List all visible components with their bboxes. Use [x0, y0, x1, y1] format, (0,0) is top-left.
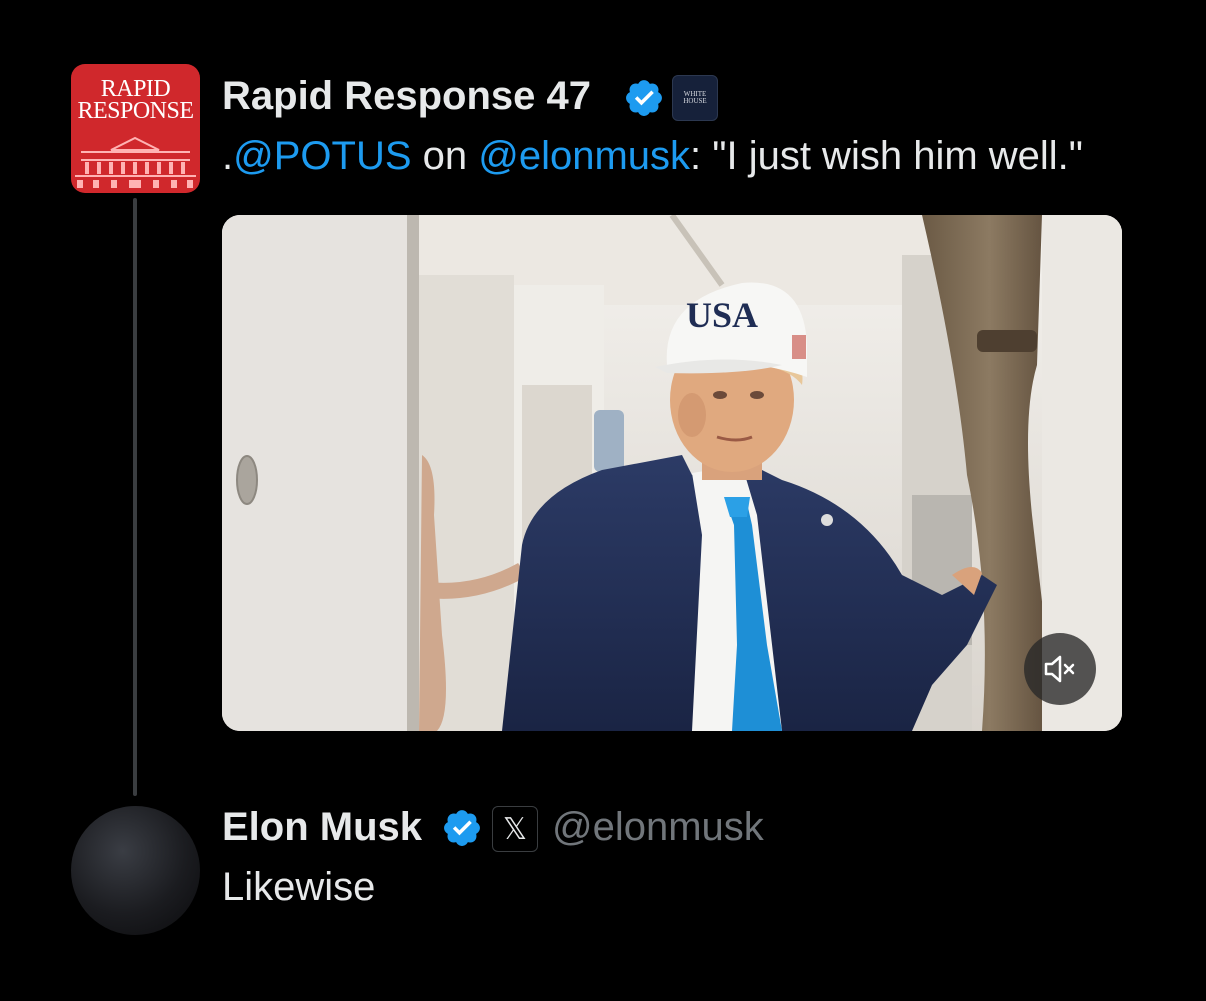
mute-toggle-button[interactable] — [1024, 633, 1096, 705]
video-frame: USA — [222, 215, 1122, 731]
reply-text: Likewise — [222, 865, 376, 909]
thread-connector-line — [133, 198, 137, 796]
reply-author-name[interactable]: Elon Musk — [222, 805, 422, 850]
reply-handle[interactable]: @elonmusk — [552, 805, 764, 850]
avatar-logo-text: RAPID RESPONSE — [77, 76, 194, 124]
tweet-video[interactable]: USA — [222, 215, 1122, 731]
cap-text: USA — [686, 295, 758, 335]
mention-link-elonmusk[interactable]: @elonmusk — [478, 134, 690, 178]
author-name[interactable]: Rapid Response 47 — [222, 74, 591, 119]
avatar-elon-musk[interactable] — [71, 806, 200, 935]
white-house-icon — [75, 136, 196, 188]
verified-badge-icon[interactable] — [623, 77, 665, 119]
tweet-text: .@POTUS on @elonmusk: "I just wish him w… — [222, 134, 1083, 178]
x-logo-icon: 𝕏 — [502, 812, 528, 846]
mention-link-potus[interactable]: @POTUS — [233, 134, 411, 178]
x-affiliation-badge[interactable]: 𝕏 — [492, 806, 538, 852]
white-house-affiliation-badge[interactable]: WHITE HOUSE — [672, 75, 718, 121]
avatar[interactable]: RAPID RESPONSE — [71, 64, 200, 193]
speaker-muted-icon — [1044, 655, 1075, 683]
verified-badge-icon[interactable] — [441, 807, 483, 849]
